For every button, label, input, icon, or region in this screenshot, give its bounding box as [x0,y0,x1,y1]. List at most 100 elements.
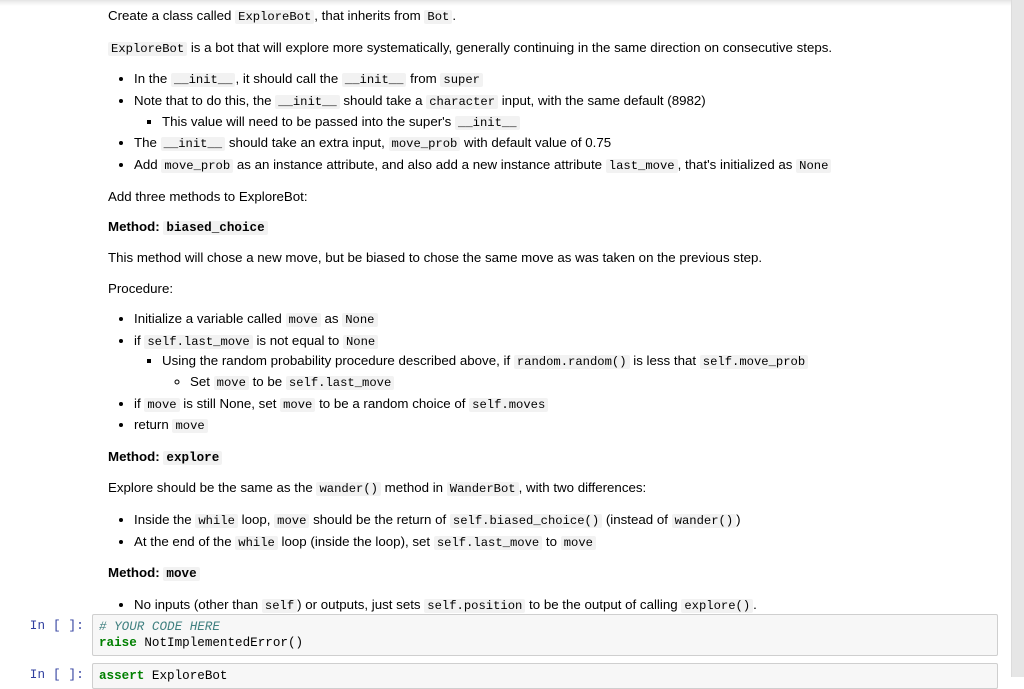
code-self-last-move: self.last_move [285,375,395,390]
code-editor[interactable]: # YOUR CODE HERE raise NotImplementedErro… [92,614,998,656]
code-token-comment: # YOUR CODE HERE [99,620,220,634]
code-line: raise NotImplementedError() [99,635,993,651]
vertical-scrollbar[interactable] [1011,0,1024,677]
add-methods-paragraph: Add three methods to ExploreBot: [108,188,308,204]
code-token-plain: NotImplementedError() [136,636,304,650]
bullet-text: Initialize a variable called [134,310,286,326]
bullet-text: as an instance attribute, and also add a… [233,157,606,173]
intro-text-4: is a bot that will explore more systemat… [190,39,833,55]
bullet-text: if [134,332,145,348]
heading-method-move: Method: move [108,563,952,583]
code-lines-container: # YOUR CODE HERE raise NotImplementedErro… [99,619,993,651]
list-item: At the end of the while loop (inside the… [134,532,952,553]
procedure-subsub-bullet-list: Set move to be self.last_move [162,372,952,393]
code-move: move [213,375,249,390]
bullet-text: to be the output of calling [525,596,682,612]
bullet-text: return [134,417,173,433]
list-item: Initialize a variable called move as Non… [134,309,952,330]
code-init: __init__ [170,73,236,88]
code-explorebot-2: ExploreBot [108,41,188,56]
intro-paragraph-2: ExploreBot is a bot that will explore mo… [108,38,952,59]
intro-text-2: , that inherits from [314,8,425,23]
code-move: move [163,567,200,582]
code-explorebot: ExploreBot [235,10,315,24]
code-line: # YOUR CODE HERE [99,619,993,635]
bullet-text: loop (inside the loop), set [277,533,434,549]
bullet-text: This value will need to be passed into t… [162,113,456,129]
code-move-prob: move_prob [161,159,234,174]
code-super: super [440,73,483,88]
list-item: This value will need to be passed into t… [162,112,952,133]
code-self-moves: self.moves [469,397,549,412]
code-none: None [796,159,832,174]
bullet-text: should be the return of [309,511,450,527]
intro-text-3: . [452,8,457,23]
code-wander: wander() [316,482,381,497]
bullet-text: to be a random choice of [315,395,470,411]
code-bot: Bot [424,10,453,24]
markdown-cell[interactable]: Create a class called ExploreBot, that i… [0,0,1012,626]
list-item: Inside the while loop, move should be th… [134,510,952,531]
code-token-plain: ExploreBot [144,669,228,683]
bullet-text: The [134,135,161,151]
code-move: move [560,535,596,550]
code-move: move [280,397,316,412]
heading-label: Method: [108,448,164,464]
bullet-text: as [320,310,343,326]
heading-label: Method: [108,219,164,235]
code-none: None [342,312,378,327]
bullet-text: No inputs (other than [134,596,262,612]
bullet-text: , it should call the [235,71,342,87]
code-wanderbot: WanderBot [446,482,519,497]
code-explore-call: explore() [681,598,754,613]
cell-prompt: In [ ]: [29,668,84,682]
bullet-text: . [753,596,757,612]
code-token-keyword: assert [99,669,145,683]
code-lines-container: assert ExploreBot [99,668,993,684]
code-line: assert ExploreBot [99,668,993,684]
code-none: None [342,334,379,349]
list-item: Set move to be self.last_move [190,372,952,393]
list-item: Using the random probability procedure d… [162,351,952,392]
procedure-sub-bullet-list: Using the random probability procedure d… [134,351,952,392]
bullet-text: Note that to do this, the [134,93,276,109]
bullet-text: with default value of 0.75 [460,135,612,151]
notebook-page: Create a class called ExploreBot, that i… [0,0,1024,689]
list-item: No inputs (other than self) or outputs, … [134,595,952,616]
bullet-text: loop, [237,511,275,527]
code-move: move [172,419,208,434]
bullet-text: input, with the same default (8982) [498,93,706,109]
code-self-move-prob: self.move_prob [699,355,809,370]
cell-prompt: In [ ]: [29,619,84,633]
code-self-last-move: self.last_move [433,535,543,550]
procedure-bullet-list: Initialize a variable called move as Non… [108,309,952,436]
code-self: self [261,598,298,613]
code-self-biased-choice: self.biased_choice() [449,513,603,528]
code-character: character [426,95,499,110]
heading-label: Method: [108,565,164,581]
explore-description: Explore should be the same as the wander… [108,478,952,499]
heading-method-explore: Method: explore [108,447,952,467]
code-wander: wander() [671,513,737,528]
init-sub-bullet-list: This value will need to be passed into t… [134,112,952,133]
list-item: if self.last_move is not equal to None U… [134,331,952,393]
code-editor[interactable]: assert ExploreBot [92,663,998,689]
bullet-text: should take an extra input, [225,135,389,151]
code-cell[interactable]: In [ ]: assert ExploreBot [0,663,1012,689]
code-move: move [144,397,180,412]
bullet-text: , that's initialized as [677,157,797,173]
list-item: Add move_prob as an instance attribute, … [134,155,952,176]
bullet-text: Set [190,373,214,389]
list-item: The __init__ should take an extra input,… [134,133,952,154]
bullet-text: from [406,71,441,87]
code-cell[interactable]: In [ ]: # YOUR CODE HERE raise NotImpleme… [0,614,1012,656]
list-item: In the __init__, it should call the __in… [134,69,952,90]
markdown-content: Create a class called ExploreBot, that i… [108,6,952,615]
move-bullet-list: No inputs (other than self) or outputs, … [108,595,952,616]
desc-text: Explore should be the same as the [108,480,317,496]
biased-choice-description: This method will chose a new move, but b… [108,250,763,266]
list-item: if move is still None, set move to be a … [134,394,952,415]
code-while: while [235,535,278,550]
bullet-text: At the end of the [134,533,236,549]
procedure-label: Procedure: [108,280,174,296]
